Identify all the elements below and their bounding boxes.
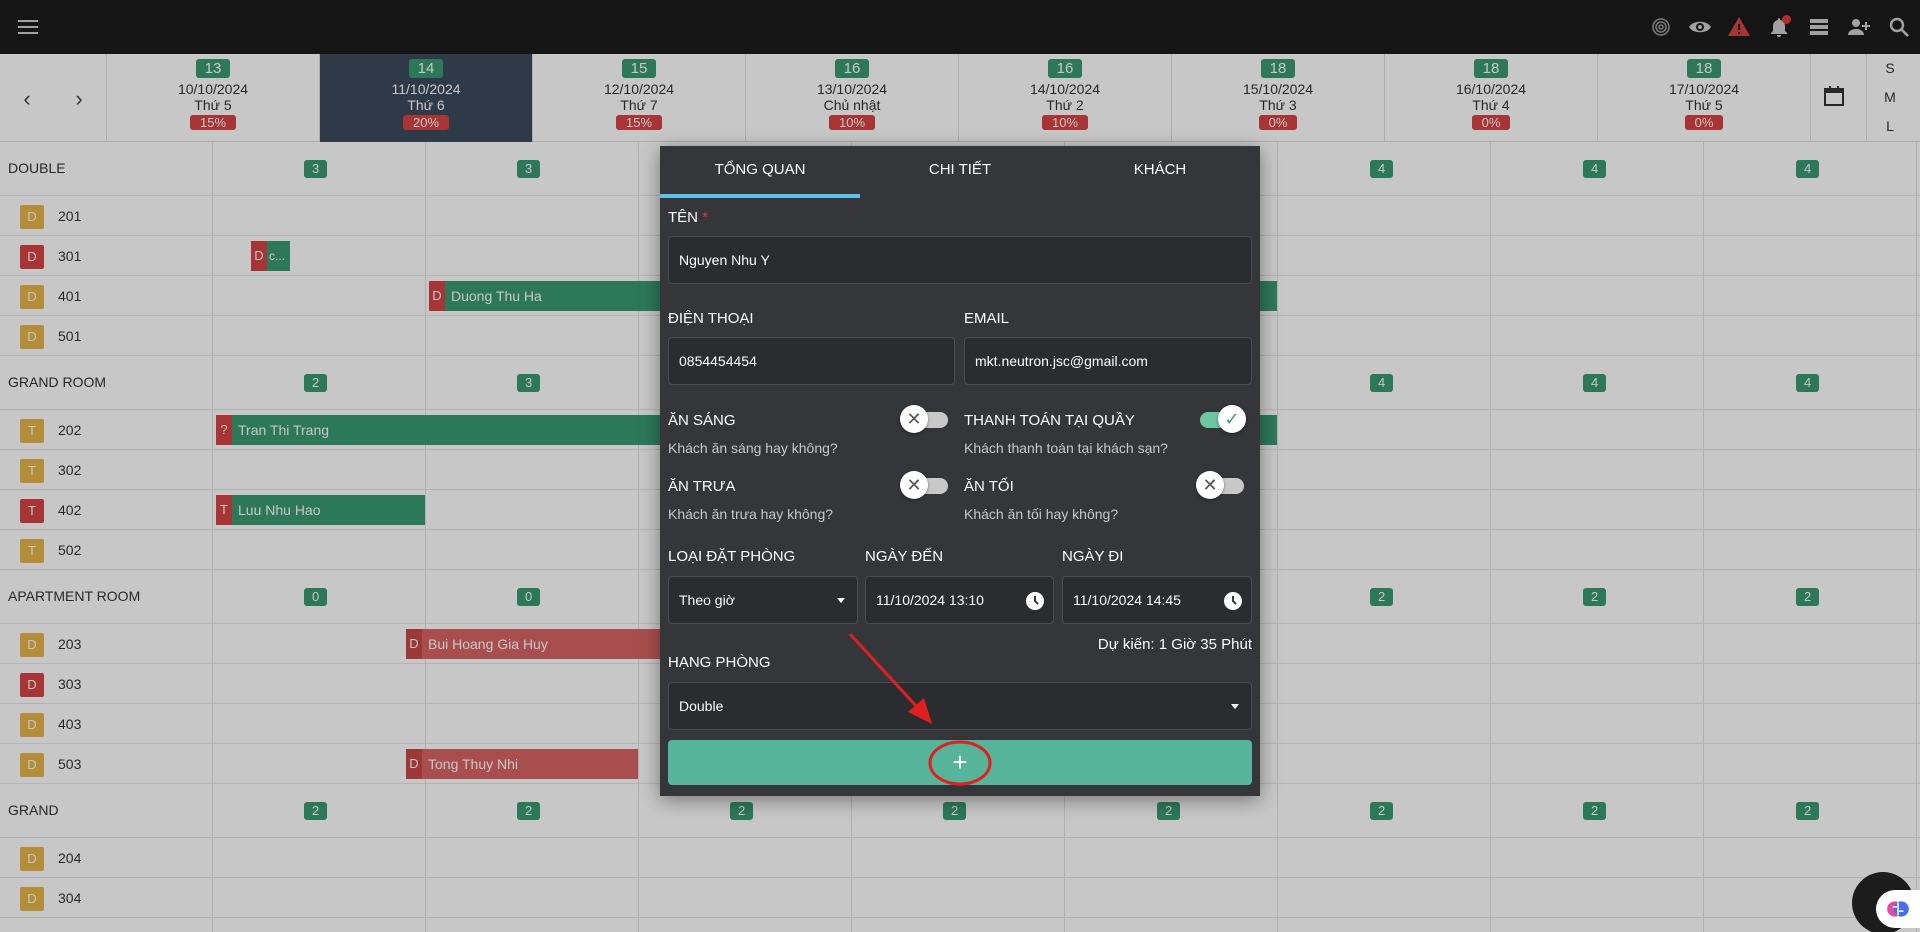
dinner-toggle[interactable]: ✕ [1196, 471, 1246, 499]
dialog-tabs: TỔNG QUAN CHI TIẾT KHÁCH [660, 146, 1260, 198]
required-mark: * [702, 209, 709, 226]
room-class-value: Double [679, 698, 724, 714]
arrival-datetime-input[interactable]: 11/10/2024 13:10 [865, 576, 1054, 624]
plus-icon: + [952, 747, 968, 777]
lunch-label: ĂN TRƯA [668, 478, 736, 495]
booking-type-select[interactable]: Theo giờ [668, 576, 858, 624]
pay-at-counter-label: THANH TOÁN TẠI QUẦY [964, 412, 1135, 429]
close-icon: ✕ [900, 405, 928, 433]
caret-down-icon [1231, 704, 1239, 709]
booking-type-value: Theo giờ [679, 592, 735, 608]
phone-label: ĐIỆN THOẠI [668, 310, 754, 327]
booking-dialog: TỔNG QUAN CHI TIẾT KHÁCH TÊN * Nguyen Nh… [660, 146, 1260, 796]
arrival-label: NGÀY ĐẾN [865, 548, 944, 565]
pay-at-counter-helper: Khách thanh toán tại khách sạn? [964, 440, 1168, 456]
room-class-label: HẠNG PHÒNG [668, 654, 771, 671]
tab-overview[interactable]: TỔNG QUAN [660, 146, 860, 198]
departure-value: 11/10/2024 14:45 [1073, 592, 1181, 608]
email-input[interactable]: mkt.neutron.jsc@gmail.com [964, 337, 1252, 385]
lunch-helper: Khách ăn trưa hay không? [668, 506, 834, 522]
caret-down-icon [837, 598, 845, 603]
arrival-value: 11/10/2024 13:10 [876, 592, 984, 608]
close-icon: ✕ [900, 471, 928, 499]
add-booking-button[interactable]: + [668, 740, 1252, 785]
duration-estimate: Dự kiến: 1 Giờ 35 Phút [1097, 636, 1252, 653]
email-label: EMAIL [964, 310, 1010, 327]
breakfast-helper: Khách ăn sáng hay không? [668, 440, 838, 456]
departure-label: NGÀY ĐI [1062, 548, 1124, 565]
clock-icon[interactable] [1025, 591, 1045, 611]
lunch-toggle[interactable]: ✕ [900, 471, 950, 499]
name-label-text: TÊN [668, 209, 698, 226]
room-class-select[interactable]: Double [668, 682, 1252, 730]
brain-icon[interactable] [1876, 890, 1920, 928]
tab-details[interactable]: CHI TIẾT [860, 146, 1060, 198]
dinner-helper: Khách ăn tối hay không? [964, 506, 1119, 522]
close-icon: ✕ [1196, 471, 1224, 499]
pay-at-counter-toggle[interactable]: ✓ [1196, 405, 1246, 433]
breakfast-label: ĂN SÁNG [668, 412, 736, 429]
clock-icon[interactable] [1223, 591, 1243, 611]
tab-guests[interactable]: KHÁCH [1060, 146, 1260, 198]
departure-datetime-input[interactable]: 11/10/2024 14:45 [1062, 576, 1252, 624]
name-input[interactable]: Nguyen Nhu Y [668, 236, 1252, 284]
name-label: TÊN * [668, 209, 708, 226]
phone-input[interactable]: 0854454454 [668, 337, 955, 385]
breakfast-toggle[interactable]: ✕ [900, 405, 950, 433]
booking-type-label: LOẠI ĐẶT PHÒNG [668, 548, 796, 565]
check-icon: ✓ [1218, 405, 1246, 433]
dinner-label: ĂN TỐI [964, 478, 1014, 495]
